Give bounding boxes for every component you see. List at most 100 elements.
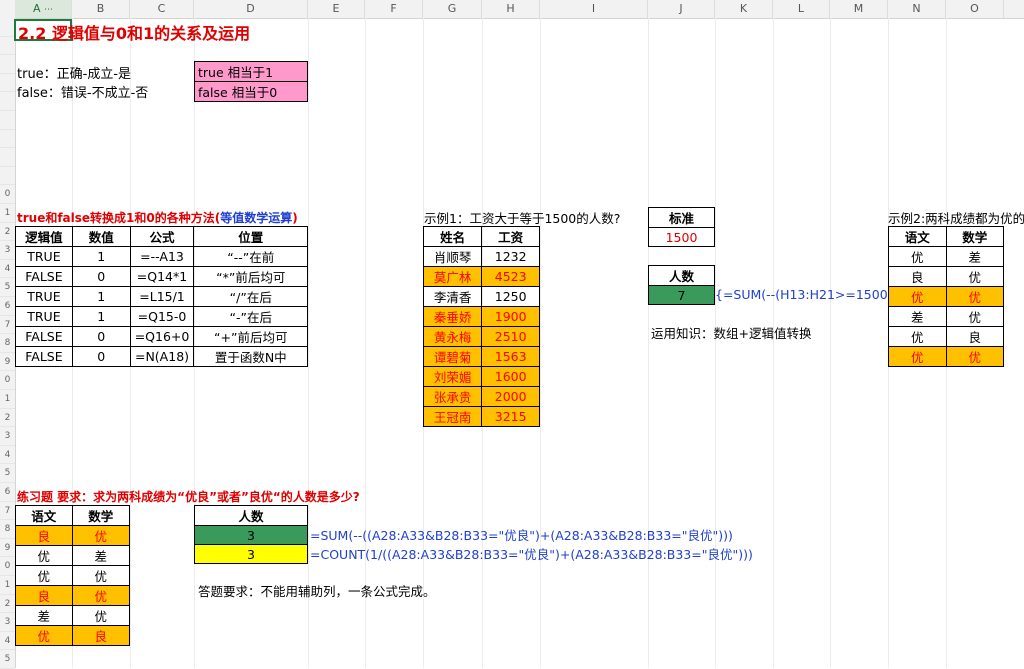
column-header-I[interactable]: I <box>540 0 648 18</box>
grade-chinese-cell[interactable]: 差 <box>888 306 947 327</box>
count-label-cell[interactable]: 人数 <box>648 265 715 286</box>
row-header[interactable] <box>0 148 15 167</box>
example2-title[interactable]: 示例2:两科成绩都为优的 <box>888 208 1024 227</box>
false-meaning-text[interactable]: false：错误-不成立-否 <box>17 82 148 101</box>
table-cell[interactable]: 1 <box>71 286 131 307</box>
table-cell[interactable]: “/”在后 <box>193 286 308 307</box>
column-header-M[interactable]: M <box>830 0 888 18</box>
column-header-O[interactable]: O <box>946 0 1004 18</box>
row-header[interactable] <box>0 92 15 111</box>
row-header[interactable]: 9 <box>0 539 15 558</box>
row-header[interactable]: 2 <box>0 409 15 428</box>
example1-formula[interactable]: {=SUM(--(H13:H21>=1500))} <box>715 287 905 302</box>
column-header-cell[interactable]: 逻辑值 <box>15 226 73 247</box>
exercise-answer-1[interactable]: 3 <box>194 525 308 545</box>
exercise-formula-1[interactable]: =SUM(--((A28:A33&B28:B33="优良")+(A28:A33&… <box>310 525 733 544</box>
salary-cell[interactable]: 1250 <box>481 286 540 307</box>
column-header-A[interactable]: A ⋯ <box>15 0 72 18</box>
row-header[interactable]: 4 <box>0 632 15 651</box>
exercise-grade-math-cell[interactable]: 差 <box>71 545 130 566</box>
name-cell[interactable]: 莫广林 <box>422 266 483 287</box>
sheet-title[interactable]: 2.2 逻辑值与0和1的关系及运用 <box>18 20 250 44</box>
salary-cell[interactable]: 1600 <box>481 366 540 387</box>
column-header-L[interactable]: L <box>773 0 830 18</box>
row-header[interactable] <box>0 74 15 93</box>
column-header-cell[interactable]: 位置 <box>193 226 308 247</box>
table-cell[interactable]: =Q14*1 <box>129 266 195 287</box>
table-cell[interactable]: =--A13 <box>129 246 195 267</box>
row-header[interactable]: 4 <box>0 446 15 465</box>
row-header[interactable]: 2 <box>0 223 15 242</box>
column-header-H[interactable]: H <box>482 0 540 18</box>
row-header[interactable]: 3 <box>0 241 15 260</box>
true-equals-1-cell[interactable]: true 相当于1 <box>194 61 308 82</box>
name-cell[interactable]: 肖顺琴 <box>422 246 483 267</box>
column-header-cell[interactable]: 工资 <box>481 226 540 247</box>
exercise-grade-chinese-cell[interactable]: 优 <box>15 565 73 586</box>
row-header[interactable]: 2 <box>0 595 15 614</box>
true-meaning-text[interactable]: true：正确-成立-是 <box>17 63 131 82</box>
exercise-grade-math-cell[interactable]: 优 <box>71 585 130 606</box>
row-header[interactable]: 1 <box>0 390 15 409</box>
table-cell[interactable]: FALSE <box>15 266 73 287</box>
column-header-D[interactable]: D <box>194 0 308 18</box>
false-equals-0-cell[interactable]: false 相当于0 <box>194 81 308 102</box>
table-cell[interactable]: 0 <box>71 346 131 367</box>
row-header[interactable]: 7 <box>0 316 15 335</box>
table-cell[interactable]: =N(A18) <box>129 346 195 367</box>
salary-cell[interactable]: 4523 <box>481 266 540 287</box>
table-cell[interactable]: “--”在前 <box>193 246 308 267</box>
name-cell[interactable]: 秦垂娇 <box>422 306 483 327</box>
grade-math-cell[interactable]: 优 <box>945 306 1004 327</box>
table-cell[interactable]: TRUE <box>15 306 73 327</box>
column-header-cell[interactable]: 语文 <box>15 505 73 526</box>
exercise-grade-math-cell[interactable]: 优 <box>71 605 130 626</box>
table-cell[interactable]: 0 <box>71 266 131 287</box>
table-cell[interactable]: 1 <box>71 306 131 327</box>
column-header-K[interactable]: K <box>715 0 773 18</box>
grade-chinese-cell[interactable]: 优 <box>888 346 947 367</box>
column-header-cell[interactable]: 语文 <box>888 226 947 247</box>
grade-math-cell[interactable]: 优 <box>945 286 1004 307</box>
row-header[interactable]: 5 <box>0 650 15 669</box>
grade-chinese-cell[interactable]: 优 <box>888 286 947 307</box>
row-header[interactable] <box>0 130 15 149</box>
salary-cell[interactable]: 2000 <box>481 386 540 407</box>
salary-cell[interactable]: 1232 <box>481 246 540 267</box>
column-header-cell[interactable]: 数学 <box>945 226 1004 247</box>
table-cell[interactable]: =Q15-0 <box>129 306 195 327</box>
column-header-G[interactable]: G <box>423 0 482 18</box>
name-cell[interactable]: 张承贵 <box>422 386 483 407</box>
row-header[interactable]: 7 <box>0 502 15 521</box>
exercise-note[interactable]: 答题要求：不能用辅助列，一条公式完成。 <box>198 581 436 600</box>
row-header[interactable] <box>0 55 15 74</box>
column-header-N[interactable]: N <box>888 0 946 18</box>
row-header[interactable]: 6 <box>0 483 15 502</box>
exercise-title[interactable]: 练习题 要求：求为两科成绩为“优良”或者”良优“的人数是多少? <box>17 488 360 505</box>
row-header[interactable]: 8 <box>0 520 15 539</box>
table-cell[interactable]: TRUE <box>15 286 73 307</box>
row-header[interactable]: 1 <box>0 576 15 595</box>
table-cell[interactable]: FALSE <box>15 326 73 347</box>
grade-math-cell[interactable]: 差 <box>945 246 1004 267</box>
row-header[interactable] <box>0 167 15 186</box>
grade-math-cell[interactable]: 优 <box>945 266 1004 287</box>
exercise-grade-math-cell[interactable]: 优 <box>71 525 130 546</box>
row-header[interactable]: 5 <box>0 464 15 483</box>
row-header[interactable]: 0 <box>0 185 15 204</box>
row-header[interactable]: 5 <box>0 278 15 297</box>
table-cell[interactable]: FALSE <box>15 346 73 367</box>
row-header[interactable]: 0 <box>0 557 15 576</box>
column-header-J[interactable]: J <box>648 0 715 18</box>
column-header-C[interactable]: C <box>130 0 194 18</box>
row-header[interactable]: 3 <box>0 427 15 446</box>
table-cell[interactable]: 1 <box>71 246 131 267</box>
row-header[interactable] <box>0 111 15 130</box>
row-header[interactable]: 1 <box>0 204 15 223</box>
table-cell[interactable]: “-”在后 <box>193 306 308 327</box>
row-header[interactable] <box>0 18 15 37</box>
name-cell[interactable]: 李清香 <box>422 286 483 307</box>
grade-chinese-cell[interactable]: 优 <box>888 326 947 347</box>
column-header-cell[interactable]: 数值 <box>71 226 131 247</box>
exercise-grade-chinese-cell[interactable]: 良 <box>15 585 73 606</box>
